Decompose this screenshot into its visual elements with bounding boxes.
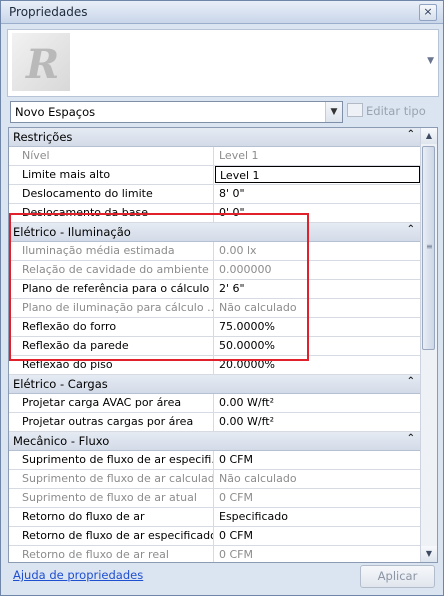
property-value[interactable]: 2' 6" — [215, 280, 420, 298]
property-value: 0.000000 — [219, 263, 272, 276]
type-selector-bar: Novo Espaços ▼ Editar tipo — [7, 101, 437, 123]
group-name: Restrições — [13, 130, 73, 144]
property-name: Retorno de fluxo de ar real — [9, 546, 214, 562]
group-header[interactable]: Elétrico - Iluminação ⌃ — [9, 223, 420, 242]
scroll-thumb[interactable]: ≡ — [422, 146, 435, 350]
property-name: Projetar outras cargas por área — [9, 413, 214, 431]
edit-type-icon — [347, 103, 363, 117]
property-row: Suprimento de fluxo de ar atual 0 CFM — [9, 489, 420, 508]
property-name: Suprimento de fluxo de ar calculado — [9, 470, 214, 488]
scroll-up-icon[interactable]: ▲ — [421, 128, 437, 144]
property-row[interactable]: Reflexão do forro 75.0000% — [9, 318, 420, 337]
property-value: 0 CFM — [219, 548, 253, 561]
property-name: Suprimento de fluxo de ar atual — [9, 489, 214, 507]
properties-window: Propriedades × R ▼ Novo Espaços ▼ Editar… — [0, 0, 444, 596]
edit-type-button[interactable]: Editar tipo — [347, 103, 426, 118]
vertical-scrollbar[interactable]: ▲ ≡ ▼ — [420, 128, 437, 562]
property-name: Deslocamento do limite — [9, 185, 214, 203]
collapse-icon[interactable]: ⌃ — [407, 129, 415, 140]
property-row[interactable]: Projetar carga AVAC por área 0.00 W/ft² — [9, 394, 420, 413]
collapse-icon[interactable]: ⌃ — [407, 376, 415, 387]
property-value[interactable]: Level 1 — [215, 166, 420, 183]
property-name: Retorno do fluxo de ar — [9, 508, 214, 526]
property-row[interactable]: Reflexão da parede 50.0000% — [9, 337, 420, 356]
property-value: Não calculado — [219, 301, 297, 314]
property-value[interactable]: 20.0000% — [215, 356, 420, 374]
apply-button[interactable]: Aplicar — [360, 565, 435, 588]
property-value[interactable]: 0.00 W/ft² — [215, 413, 420, 431]
group-name: Elétrico - Iluminação — [13, 225, 131, 239]
chevron-down-icon[interactable]: ▼ — [325, 102, 342, 122]
property-value: Level 1 — [219, 149, 259, 162]
property-value: Não calculado — [219, 472, 297, 485]
group-name: Elétrico - Cargas — [13, 377, 108, 391]
type-selector-dropdown[interactable]: Novo Espaços ▼ — [10, 101, 343, 123]
property-value: 0 CFM — [219, 491, 253, 504]
close-button[interactable]: × — [419, 4, 437, 21]
title-bar[interactable]: Propriedades × — [1, 1, 443, 24]
property-value[interactable]: 0' 0" — [215, 204, 420, 222]
property-value[interactable]: 0 CFM — [215, 527, 420, 545]
property-value: 0.00 lx — [219, 244, 257, 257]
type-selector-value: Novo Espaços — [15, 105, 96, 119]
property-value[interactable]: Especificado — [215, 508, 420, 526]
type-preview[interactable]: R ▼ — [7, 29, 439, 97]
property-row[interactable]: Deslocamento da base 0' 0" — [9, 204, 420, 223]
property-name: Plano de iluminação para cálculo ... — [9, 299, 214, 317]
group-header[interactable]: Elétrico - Cargas ⌃ — [9, 375, 420, 394]
property-name: Reflexão da parede — [9, 337, 214, 355]
property-name: Retorno de fluxo de ar especificado — [9, 527, 214, 545]
property-name: Plano de referência para o cálculo ... — [9, 280, 214, 298]
preview-dropdown-icon[interactable]: ▼ — [427, 56, 434, 66]
scroll-down-icon[interactable]: ▼ — [421, 546, 437, 562]
group-header[interactable]: Restrições ⌃ — [9, 128, 420, 147]
collapse-icon[interactable]: ⌃ — [407, 224, 415, 235]
close-icon: × — [423, 5, 433, 18]
group-name: Mecânico - Fluxo — [13, 434, 110, 448]
property-row[interactable]: Plano de referência para o cálculo ... 2'… — [9, 280, 420, 299]
property-value[interactable]: 75.0000% — [215, 318, 420, 336]
edit-type-label: Editar tipo — [366, 104, 426, 118]
property-name: Nível — [9, 147, 214, 165]
property-value[interactable]: 50.0000% — [215, 337, 420, 355]
property-name: Limite mais alto — [9, 166, 214, 184]
properties-rows: Restrições ⌃ Nível Level 1 Limite mais alto L… — [9, 128, 420, 562]
property-name: Suprimento de fluxo de ar especifi... — [9, 451, 214, 469]
revit-logo-thumbnail: R — [12, 33, 70, 91]
property-row: Retorno de fluxo de ar real 0 CFM — [9, 546, 420, 562]
property-name: Relação de cavidade do ambiente — [9, 261, 214, 279]
property-value[interactable]: 8' 0" — [215, 185, 420, 203]
property-row: Suprimento de fluxo de ar calculado Não c… — [9, 470, 420, 489]
properties-help-link[interactable]: Ajuda de propriedades — [13, 568, 143, 582]
property-name: Deslocamento da base — [9, 204, 214, 222]
property-row[interactable]: Retorno do fluxo de ar Especificado — [9, 508, 420, 527]
property-value[interactable]: 0.00 W/ft² — [215, 394, 420, 412]
property-row[interactable]: Limite mais alto Level 1 — [9, 166, 420, 185]
properties-grid: Restrições ⌃ Nível Level 1 Limite mais alto L… — [8, 127, 438, 563]
property-name: Iluminação média estimada — [9, 242, 214, 260]
property-row[interactable]: Retorno de fluxo de ar especificado 0 CFM — [9, 527, 420, 546]
property-row: Relação de cavidade do ambiente 0.000000 — [9, 261, 420, 280]
grip-icon: ≡ — [426, 242, 433, 251]
window-title: Propriedades — [9, 5, 88, 19]
property-row[interactable]: Suprimento de fluxo de ar especifi... 0 C… — [9, 451, 420, 470]
property-row: Nível Level 1 — [9, 147, 420, 166]
property-row: Plano de iluminação para cálculo ... Não … — [9, 299, 420, 318]
property-row: Iluminação média estimada 0.00 lx — [9, 242, 420, 261]
property-value[interactable]: 0 CFM — [215, 451, 420, 469]
property-row[interactable]: Projetar outras cargas por área 0.00 W/ft… — [9, 413, 420, 432]
property-name: Projetar carga AVAC por área — [9, 394, 214, 412]
revit-r-icon: R — [26, 41, 60, 88]
property-name: Reflexão do forro — [9, 318, 214, 336]
property-name: Reflexão do piso — [9, 356, 214, 374]
property-row[interactable]: Deslocamento do limite 8' 0" — [9, 185, 420, 204]
group-header[interactable]: Mecânico - Fluxo ⌃ — [9, 432, 420, 451]
property-row[interactable]: Reflexão do piso 20.0000% — [9, 356, 420, 375]
collapse-icon[interactable]: ⌃ — [407, 433, 415, 444]
